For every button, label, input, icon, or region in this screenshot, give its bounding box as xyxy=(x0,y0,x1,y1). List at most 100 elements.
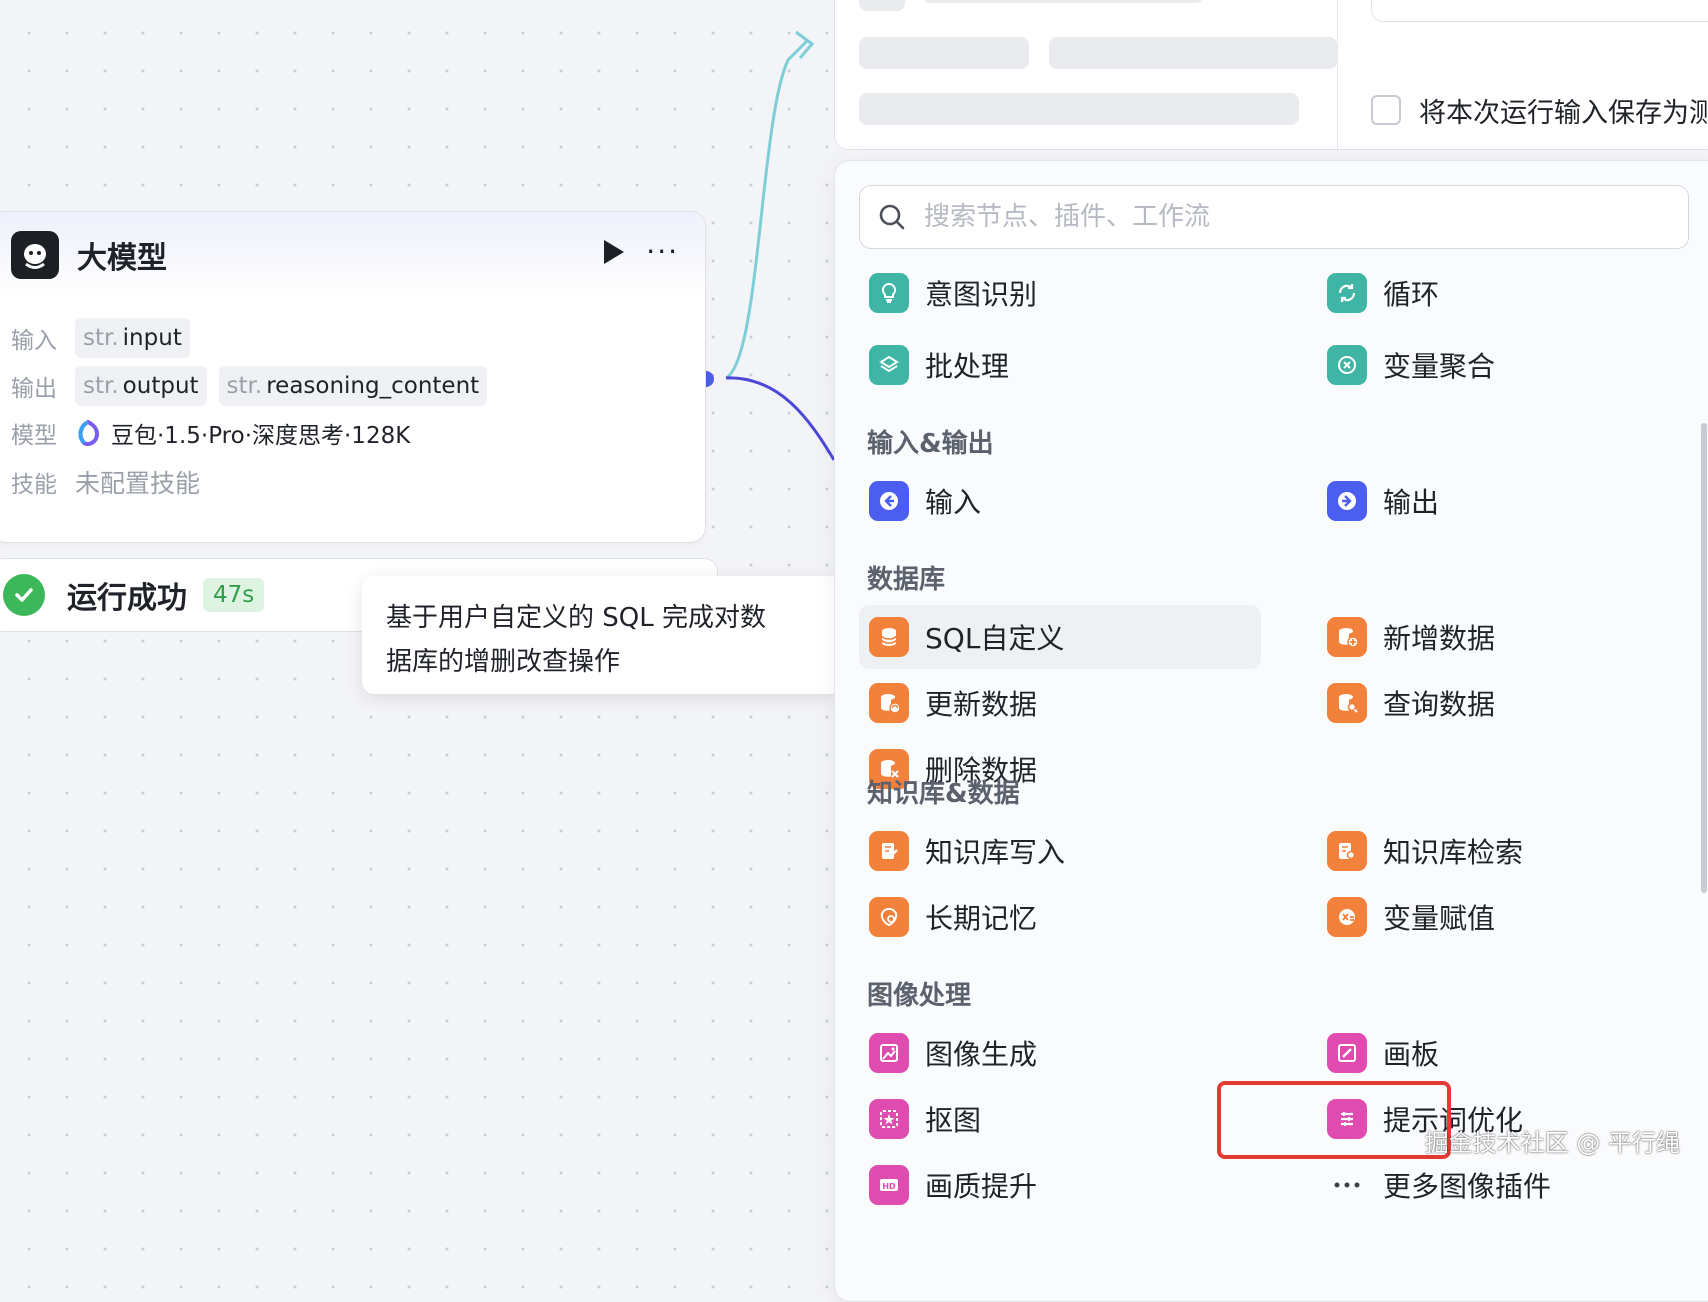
output-label: 输出 xyxy=(11,376,57,402)
node-item-update[interactable]: 更新数据 xyxy=(835,671,1241,735)
more-options-icon[interactable]: ··· xyxy=(646,238,679,266)
search-icon xyxy=(879,204,905,230)
test-input-field[interactable] xyxy=(1371,0,1708,22)
skill-label: 技能 xyxy=(11,472,57,498)
node-item-label: 知识库写入 xyxy=(925,836,1066,869)
picker-scrollbar[interactable] xyxy=(1701,423,1707,893)
input-row: 输入 str. input xyxy=(11,318,202,358)
skeleton-block xyxy=(859,0,905,11)
node-item-more-img[interactable]: 更多图像插件 xyxy=(1293,1153,1699,1217)
canvas-icon xyxy=(1327,1033,1367,1073)
run-node-icon[interactable] xyxy=(604,240,625,264)
node-item-label: 知识库检索 xyxy=(1383,836,1524,869)
model-label: 模型 xyxy=(11,423,57,449)
node-title: 大模型 xyxy=(77,241,167,276)
skeleton-block xyxy=(1049,37,1337,69)
node-item-memory[interactable]: 长期记忆 xyxy=(835,885,1241,949)
layers-icon xyxy=(869,345,909,385)
model-name: 豆包·1.5·Pro·深度思考·128K xyxy=(111,423,411,449)
node-item-label: 意图识别 xyxy=(925,278,1038,311)
node-item-batch[interactable]: 批处理 xyxy=(835,333,1241,397)
node-item-cutout[interactable]: 抠图 xyxy=(835,1087,1241,1151)
variable-assign-icon xyxy=(1327,897,1367,937)
lightbulb-icon xyxy=(869,273,909,313)
search-input[interactable] xyxy=(922,201,1626,233)
node-item-sql[interactable]: SQL自定义 xyxy=(859,605,1261,669)
node-item-query[interactable]: 查询数据 xyxy=(1293,671,1699,735)
var-type: str. xyxy=(83,325,119,351)
output-arrow-icon xyxy=(1327,481,1367,521)
category-io: 输入&输出 xyxy=(867,429,994,459)
node-item-img-gen[interactable]: 图像生成 xyxy=(835,1021,1241,1085)
cutout-icon xyxy=(869,1099,909,1139)
category-knowledge: 知识库&数据 xyxy=(867,779,1020,809)
node-item-label: 输入 xyxy=(925,486,982,519)
node-search-box[interactable] xyxy=(859,185,1689,249)
var-name: output xyxy=(122,373,199,399)
node-item-label: 图像生成 xyxy=(925,1038,1038,1071)
image-generate-icon xyxy=(869,1033,909,1073)
node-item-input[interactable]: 输入 xyxy=(835,469,1241,533)
input-var-tag: str. input xyxy=(75,318,190,358)
input-arrow-icon xyxy=(869,481,909,521)
var-type: str. xyxy=(83,373,119,399)
database-update-icon xyxy=(869,683,909,723)
node-item-label: 输出 xyxy=(1383,486,1440,519)
input-label: 输入 xyxy=(11,328,57,354)
doubao-model-icon xyxy=(78,420,100,446)
status-text: 运行成功 xyxy=(67,581,187,616)
knowledge-search-icon xyxy=(1327,831,1367,871)
node-description-tooltip: 基于用户自定义的 SQL 完成对数 据库的增删改查操作 xyxy=(362,576,842,694)
knowledge-write-icon xyxy=(869,831,909,871)
skeleton-block xyxy=(923,0,1203,3)
svg-text:HD: HD xyxy=(882,1182,896,1191)
test-run-panel: 将本次运行输入保存为测 xyxy=(834,0,1708,150)
prompt-optimize-icon xyxy=(1327,1099,1367,1139)
node-item-label: 抠图 xyxy=(925,1104,982,1137)
success-check-icon xyxy=(3,574,45,616)
skeleton-block xyxy=(859,93,1299,125)
hd-icon: HD xyxy=(869,1165,909,1205)
database-search-icon xyxy=(1327,683,1367,723)
var-name: reasoning_content xyxy=(266,373,480,399)
node-item-output[interactable]: 输出 xyxy=(1293,469,1699,533)
node-item-var-assign[interactable]: 变量赋值 xyxy=(1293,885,1699,949)
database-add-icon xyxy=(1327,617,1367,657)
node-item-hd[interactable]: HD 画质提升 xyxy=(835,1153,1241,1217)
node-header: 大模型 ··· xyxy=(0,212,705,298)
node-item-kb-write[interactable]: 知识库写入 xyxy=(835,819,1241,883)
category-image: 图像处理 xyxy=(867,981,972,1011)
skeleton-block xyxy=(859,37,1029,69)
var-type: str. xyxy=(226,373,263,399)
panel-divider xyxy=(1337,0,1338,149)
tooltip-line: 基于用户自定义的 SQL 完成对数 xyxy=(386,603,766,633)
skill-row: 技能 未配置技能 xyxy=(11,464,200,500)
node-item-loop[interactable]: 循环 xyxy=(1293,261,1699,325)
output-var-tag: str. reasoning_content xyxy=(218,366,488,406)
node-item-kb-search[interactable]: 知识库检索 xyxy=(1293,819,1699,883)
node-item-label: 长期记忆 xyxy=(925,902,1038,935)
run-time-badge: 47s xyxy=(203,578,265,612)
node-item-label: 更多图像插件 xyxy=(1383,1170,1552,1203)
node-item-label: 变量赋值 xyxy=(1383,902,1496,935)
node-item-insert[interactable]: 新增数据 xyxy=(1293,605,1699,669)
var-name: input xyxy=(122,325,182,351)
llm-node[interactable]: 大模型 ··· 输入 str. input 输出 str. output str… xyxy=(0,211,706,543)
save-input-checkbox[interactable] xyxy=(1371,95,1401,125)
watermark: 掘金技术社区 @ 平行绳 xyxy=(1424,1129,1680,1157)
skill-value: 未配置技能 xyxy=(75,469,201,498)
node-item-label: 更新数据 xyxy=(925,688,1038,721)
node-item-label: 新增数据 xyxy=(1383,622,1496,655)
node-item-canvas[interactable]: 画板 xyxy=(1293,1021,1699,1085)
output-var-tag: str. output xyxy=(75,366,207,406)
more-dots-icon xyxy=(1327,1165,1367,1205)
node-item-label: 循环 xyxy=(1383,278,1440,311)
model-row: 模型 豆包·1.5·Pro·深度思考·128K xyxy=(11,416,410,450)
node-item-label: SQL自定义 xyxy=(925,622,1065,655)
node-item-intent[interactable]: 意图识别 xyxy=(835,261,1241,325)
database-icon xyxy=(869,617,909,657)
save-input-label: 将本次运行输入保存为测 xyxy=(1419,98,1708,129)
node-item-label: 变量聚合 xyxy=(1383,350,1496,383)
variable-aggregate-icon xyxy=(1327,345,1367,385)
node-item-var-agg[interactable]: 变量聚合 xyxy=(1293,333,1699,397)
